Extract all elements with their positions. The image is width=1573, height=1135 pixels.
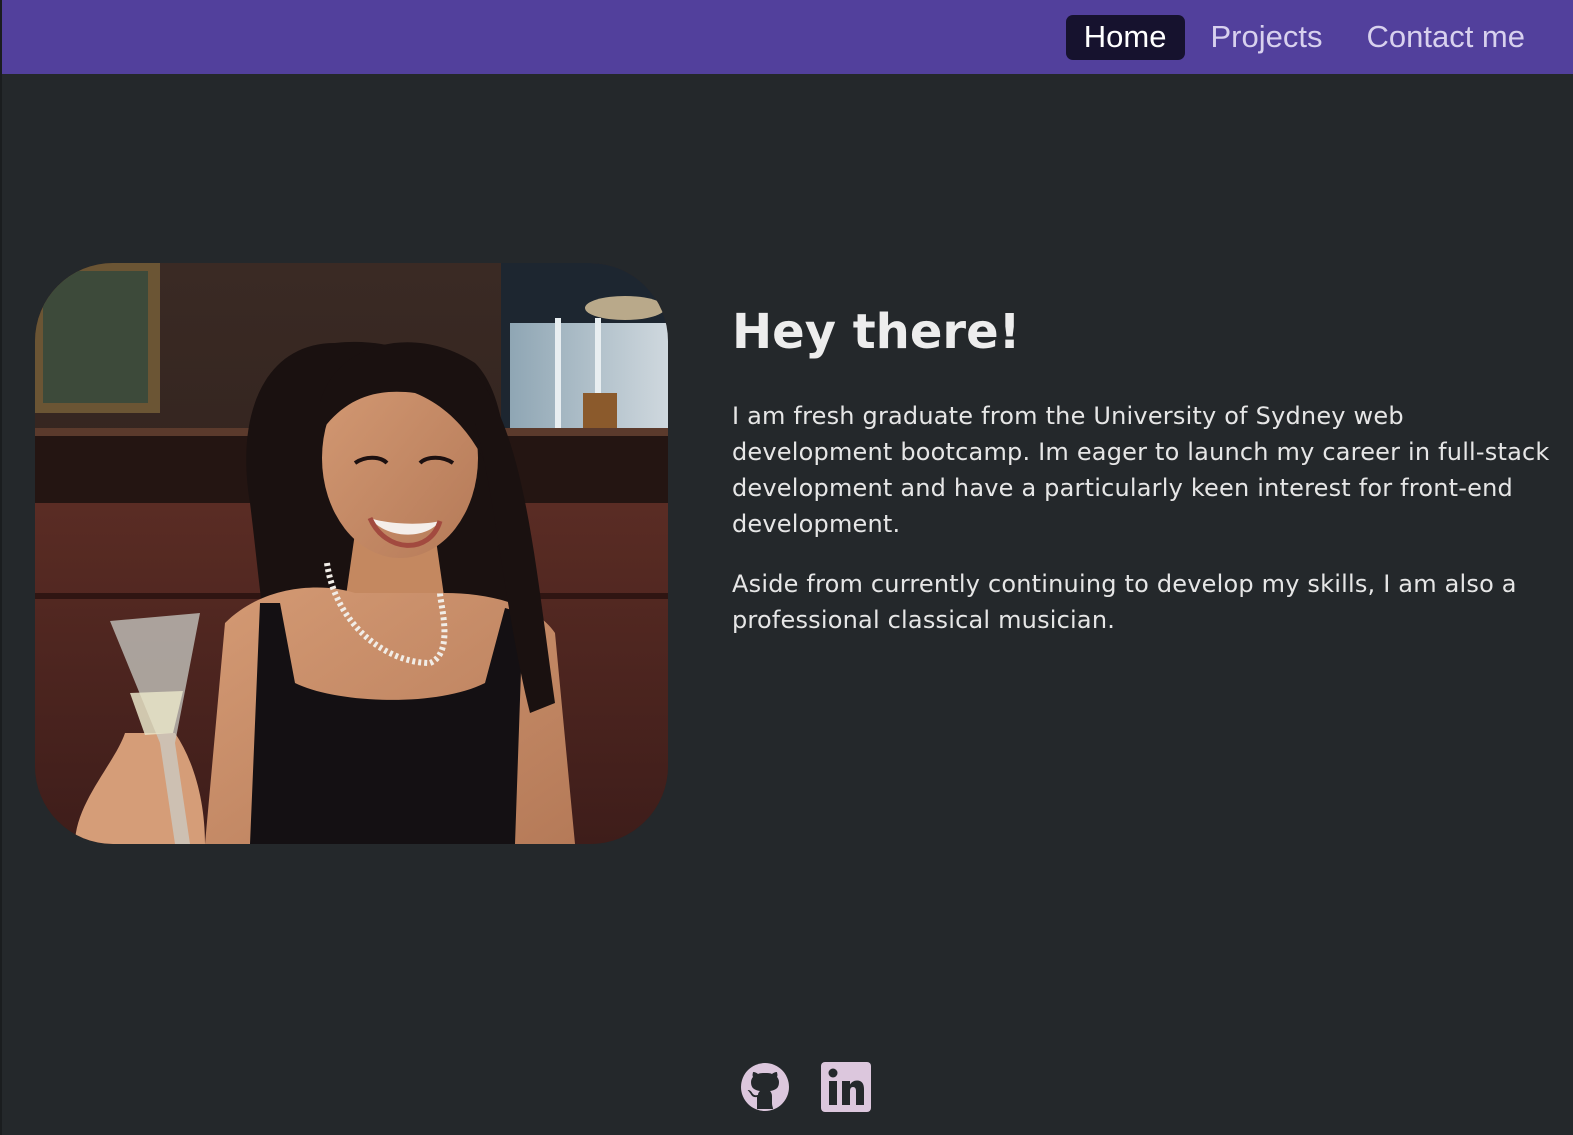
intro-paragraph-1: I am fresh graduate from the University … [732, 402, 1550, 538]
intro-paragraph-2: Aside from currently continuing to devel… [732, 570, 1517, 634]
profile-photo-illustration [35, 263, 668, 844]
nav-contact-link[interactable]: Contact me [1348, 15, 1543, 60]
social-links [740, 1062, 871, 1112]
linkedin-link[interactable] [821, 1062, 871, 1112]
profile-photo [35, 263, 668, 844]
nav-home-link[interactable]: Home [1065, 14, 1185, 60]
page-title: Hey there! [732, 304, 1021, 360]
linkedin-icon [821, 1062, 871, 1112]
github-icon [741, 1063, 789, 1111]
nav-projects-link[interactable]: Projects [1193, 15, 1341, 60]
page: Home Projects Contact me Hey there! I am… [0, 0, 1573, 1135]
github-link[interactable] [740, 1062, 790, 1112]
top-navbar: Home Projects Contact me [2, 0, 1573, 74]
intro-section: Hey there! I am fresh graduate from the … [732, 300, 1552, 662]
